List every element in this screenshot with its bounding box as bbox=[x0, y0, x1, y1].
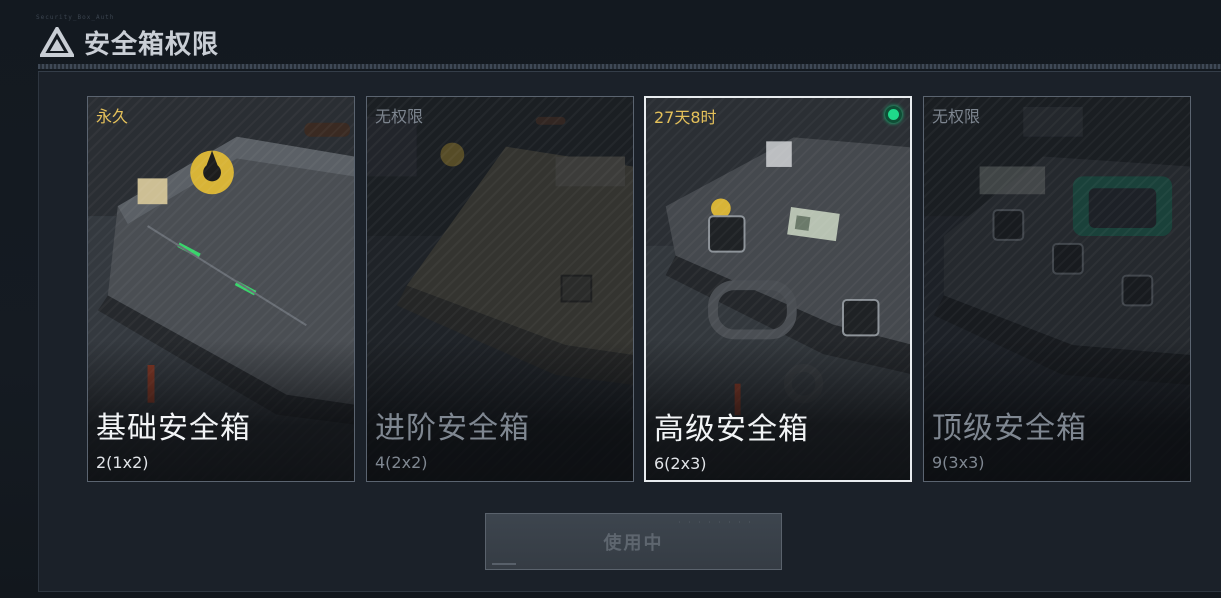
header-code: Security_Box_Auth bbox=[36, 14, 115, 21]
triangle-logo-icon bbox=[40, 27, 74, 57]
in-use-button-label: 使用中 bbox=[603, 532, 664, 554]
safebox-name: 基础安全箱 bbox=[96, 411, 251, 446]
duration-tag: 永久 bbox=[96, 107, 129, 126]
safebox-card-advanced[interactable]: 无权限 进阶安全箱 4(2x2) bbox=[366, 96, 634, 482]
button-deco-line bbox=[492, 563, 516, 565]
safebox-name: 高级安全箱 bbox=[654, 412, 809, 447]
duration-tag: 27天8时 bbox=[654, 108, 717, 127]
safebox-capacity: 2(1x2) bbox=[96, 453, 149, 472]
safebox-name: 进阶安全箱 bbox=[375, 411, 530, 446]
safebox-card-top[interactable]: 无权限 顶级安全箱 9(3x3) bbox=[923, 96, 1191, 482]
safebox-capacity: 6(2x3) bbox=[654, 454, 707, 473]
safebox-card-basic[interactable]: 永久 基础安全箱 2(1x2) bbox=[87, 96, 355, 482]
in-use-button[interactable]: 使用中 · · · · · · · · bbox=[485, 513, 782, 570]
safebox-screen: Security_Box_Auth 安全箱权限 永久 基础安全箱 2(1x2) … bbox=[0, 0, 1221, 598]
permission-tag: 无权限 bbox=[932, 107, 981, 126]
header-divider bbox=[38, 64, 1221, 69]
button-deco-text: · · · · · · · · bbox=[677, 520, 753, 526]
page-title: 安全箱权限 bbox=[84, 29, 220, 60]
header: 安全箱权限 bbox=[40, 24, 219, 60]
safebox-name: 顶级安全箱 bbox=[932, 411, 1087, 446]
safebox-capacity: 9(3x3) bbox=[932, 453, 985, 472]
active-indicator-icon bbox=[885, 106, 902, 123]
permission-tag: 无权限 bbox=[375, 107, 424, 126]
safebox-card-premium[interactable]: 27天8时 高级安全箱 6(2x3) bbox=[644, 96, 912, 482]
safebox-capacity: 4(2x2) bbox=[375, 453, 428, 472]
